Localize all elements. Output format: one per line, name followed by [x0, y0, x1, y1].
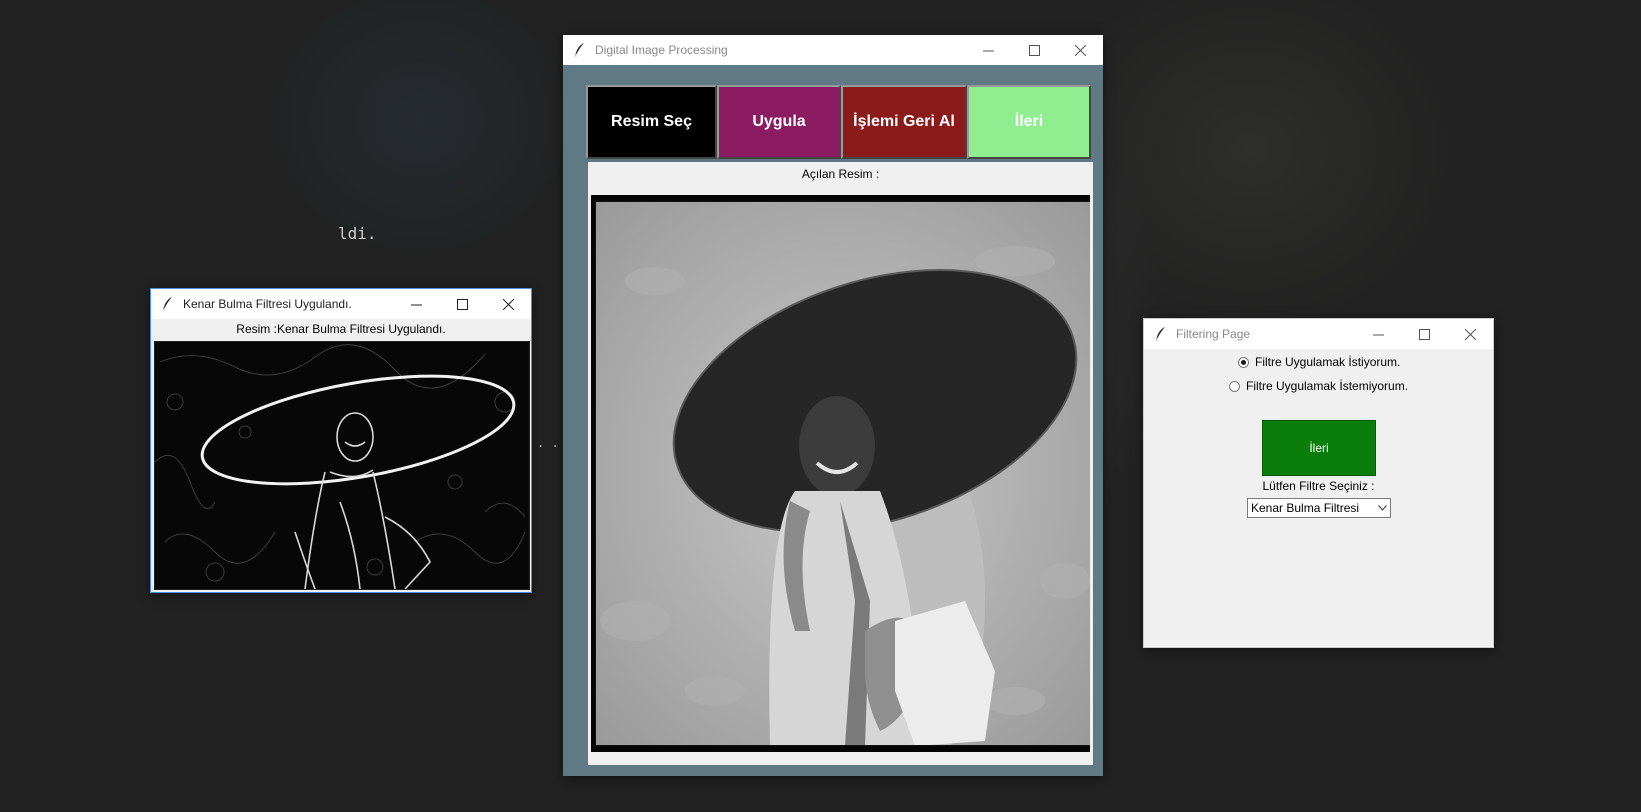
close-button[interactable] — [485, 289, 531, 319]
image-caption: Resim :Kenar Bulma Filtresi Uygulandı. — [236, 322, 446, 336]
titlebar[interactable]: Filtering Page — [1144, 319, 1493, 349]
apply-button[interactable]: Uygula — [717, 85, 841, 159]
minimize-button[interactable] — [393, 289, 439, 319]
chevron-down-icon[interactable] — [1374, 505, 1390, 511]
filter-select[interactable]: Kenar Bulma Filtresi — [1247, 498, 1391, 518]
titlebar[interactable]: Digital Image Processing — [563, 35, 1103, 65]
opened-image — [591, 195, 1090, 752]
filter-next-button[interactable]: İleri — [1262, 420, 1376, 476]
minimize-icon — [1372, 334, 1384, 335]
close-button[interactable] — [1057, 35, 1103, 65]
minimize-button[interactable] — [965, 35, 1011, 65]
main-window: Digital Image Processing Resim Seç Uygul… — [563, 35, 1103, 776]
close-button[interactable] — [1447, 319, 1493, 349]
radio-no-filter[interactable]: Filtre Uygulamak İstemiyorum. — [1229, 379, 1408, 393]
radio-button[interactable] — [1229, 380, 1240, 392]
minimize-icon — [410, 304, 422, 305]
opened-image-caption: Açılan Resim : — [801, 167, 880, 181]
maximize-button[interactable] — [439, 289, 485, 319]
maximize-icon — [1028, 44, 1040, 56]
filter-select-value: Kenar Bulma Filtresi — [1251, 501, 1360, 515]
window-title: Filtering Page — [1176, 327, 1251, 341]
close-icon — [502, 298, 514, 310]
radio-button-checked[interactable] — [1238, 356, 1249, 368]
close-icon — [1074, 44, 1086, 56]
maximize-icon — [456, 298, 468, 310]
feather-icon — [162, 297, 172, 312]
maximize-button[interactable] — [1401, 319, 1447, 349]
filtering-window: Filtering Page Filtre Uygulamak İstiyoru… — [1143, 318, 1494, 648]
close-icon — [1464, 328, 1476, 340]
undo-button[interactable]: İşlemi Geri Al — [841, 85, 967, 159]
radio-label: Filtre Uygulamak İstiyorum. — [1255, 355, 1401, 369]
radio-apply-filter[interactable]: Filtre Uygulamak İstiyorum. — [1238, 355, 1400, 369]
edge-detected-image — [154, 341, 530, 590]
image-panel: Açılan Resim : — [588, 162, 1093, 765]
edge-result-window: Kenar Bulma Filtresi Uygulandı. Resim :K… — [150, 288, 532, 593]
next-button[interactable]: İleri — [967, 85, 1091, 159]
maximize-icon — [1418, 328, 1430, 340]
titlebar[interactable]: Kenar Bulma Filtresi Uygulandı. — [151, 289, 531, 319]
terminal-text: ldi. — [338, 224, 377, 243]
feather-icon — [1155, 327, 1165, 342]
feather-icon — [574, 43, 584, 58]
select-image-button[interactable]: Resim Seç — [586, 85, 717, 159]
radio-label: Filtre Uygulamak İstemiyorum. — [1246, 379, 1409, 393]
maximize-button[interactable] — [1011, 35, 1057, 65]
minimize-button[interactable] — [1355, 319, 1401, 349]
minimize-icon — [982, 50, 994, 51]
window-title: Kenar Bulma Filtresi Uygulandı. — [183, 297, 352, 311]
filter-select-label: Lütfen Filtre Seçiniz : — [1262, 479, 1375, 493]
window-title: Digital Image Processing — [595, 43, 728, 57]
